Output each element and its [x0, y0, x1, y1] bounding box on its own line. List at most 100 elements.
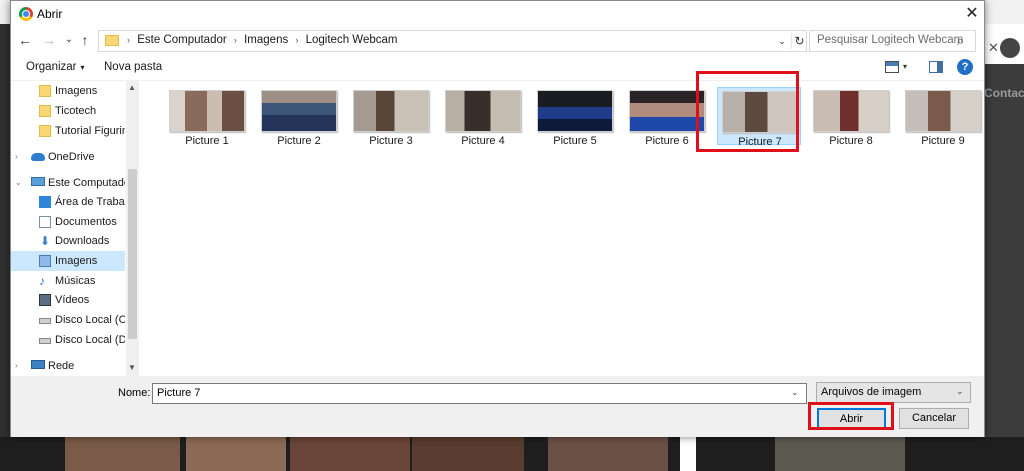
- sidebar-item-label: OneDrive: [48, 151, 95, 163]
- file-type-value: Arquivos de imagem: [821, 386, 922, 398]
- change-view-icon[interactable]: [885, 61, 899, 73]
- drive-icon: [39, 318, 51, 324]
- folder-icon: [39, 125, 51, 137]
- sidebar-item-label: Rede: [48, 360, 75, 372]
- new-folder-button[interactable]: Nova pasta: [104, 61, 162, 73]
- breadcrumb-imagens[interactable]: Imagens: [244, 34, 288, 46]
- search-icon[interactable]: ⌕: [957, 33, 964, 49]
- image-thumbnail: [629, 90, 705, 132]
- preview-pane-icon[interactable]: [929, 61, 943, 73]
- sidebar-item-rede[interactable]: › Rede: [11, 356, 125, 376]
- organize-menu-button[interactable]: Organizar ▾: [26, 61, 85, 73]
- navigation-bar: ← → ⌄ ↑ › Este Computador › Imagens › Lo…: [11, 27, 984, 55]
- sidebar-item-label: Documentos: [55, 216, 117, 228]
- background-photo: [680, 437, 696, 471]
- expand-chevron-icon[interactable]: ›: [15, 147, 18, 167]
- documents-icon: [39, 216, 51, 228]
- sidebar-scrollbar[interactable]: ▲ ▼: [126, 81, 139, 376]
- file-name: Picture 4: [461, 135, 505, 147]
- breadcrumb-logitech-webcam[interactable]: Logitech Webcam: [306, 34, 398, 46]
- background-photo: [548, 437, 668, 471]
- breadcrumb-separator: ›: [127, 35, 130, 45]
- scrollbar-thumb[interactable]: [128, 169, 137, 339]
- sidebar-item-label: Downloads: [55, 235, 110, 247]
- file-name: Picture 9: [921, 135, 965, 147]
- sidebar-item-tutorial-figurinhas[interactable]: Tutorial Figurinhas: [11, 121, 125, 141]
- sidebar-item-imagens-folder[interactable]: Imagens: [11, 81, 125, 101]
- sidebar-item-label: Este Computador: [48, 177, 125, 189]
- sidebar-item-este-computador[interactable]: ⌄ Este Computador: [11, 173, 125, 193]
- network-icon: [31, 360, 45, 369]
- image-thumbnail: [905, 90, 981, 132]
- folder-icon: [105, 35, 119, 46]
- close-button[interactable]: ✕: [961, 3, 983, 25]
- file-name: Picture 1: [185, 135, 229, 147]
- sidebar-item-label: Disco Local (D:): [55, 334, 125, 346]
- file-item[interactable]: Picture 5: [533, 87, 617, 147]
- file-item[interactable]: Picture 2: [257, 87, 341, 147]
- forward-arrow-icon[interactable]: →: [41, 31, 57, 49]
- file-item[interactable]: Picture 8: [809, 87, 893, 147]
- background-photo: [412, 437, 524, 471]
- background-panel: [985, 64, 1024, 444]
- sidebar-item-documentos[interactable]: Documentos: [11, 212, 125, 232]
- command-bar: Organizar ▾ Nova pasta ▾ ?: [11, 55, 984, 81]
- expand-chevron-icon[interactable]: ⌄: [15, 173, 22, 193]
- organize-label: Organizar: [26, 61, 77, 73]
- image-thumbnail: [537, 90, 613, 132]
- sidebar-item-disco-c[interactable]: Disco Local (C:): [11, 310, 125, 330]
- file-name-input[interactable]: Picture 7 ⌄: [152, 383, 807, 404]
- file-name: Picture 8: [829, 135, 873, 147]
- sidebar-item-ticotech[interactable]: Ticotech: [11, 101, 125, 121]
- open-file-dialog: Abrir ✕ ← → ⌄ ↑ › Este Computador › Imag…: [10, 0, 985, 437]
- address-bar[interactable]: › Este Computador › Imagens › Logitech W…: [98, 30, 807, 52]
- file-item[interactable]: Picture 9: [901, 87, 985, 147]
- file-item[interactable]: Picture 1: [165, 87, 249, 147]
- file-type-select[interactable]: Arquivos de imagem ⌄: [816, 382, 971, 403]
- folder-icon: [39, 105, 51, 117]
- scroll-down-icon[interactable]: ▼: [128, 363, 136, 372]
- sidebar-item-area-de-trabalho[interactable]: Área de Trabalho: [11, 192, 125, 212]
- navigation-pane: Imagens Ticotech Tutorial Figurinhas › O…: [11, 81, 139, 376]
- scroll-up-icon[interactable]: ▲: [128, 83, 136, 92]
- sidebar-item-label: Tutorial Figurinhas: [55, 125, 125, 137]
- file-item[interactable]: Picture 3: [349, 87, 433, 147]
- breadcrumb: › Este Computador › Imagens › Logitech W…: [127, 34, 401, 46]
- folder-icon: [39, 85, 51, 97]
- image-thumbnail: [261, 90, 337, 132]
- view-options-caret-icon[interactable]: ▾: [903, 62, 907, 71]
- sidebar-item-label: Imagens: [55, 85, 98, 97]
- address-dropdown-chevron-icon[interactable]: ⌄: [775, 33, 789, 49]
- file-type-chevron-icon: ⌄: [956, 386, 964, 396]
- file-name-history-chevron-icon[interactable]: ⌄: [791, 387, 799, 398]
- sidebar-item-videos[interactable]: Vídeos: [11, 290, 125, 310]
- back-arrow-icon[interactable]: ←: [17, 31, 33, 49]
- refresh-icon[interactable]: ↻: [791, 33, 807, 49]
- sidebar-item-imagens[interactable]: Imagens: [11, 251, 125, 271]
- desktop-icon: [39, 196, 51, 208]
- image-thumbnail: [169, 90, 245, 132]
- sidebar-item-disco-d[interactable]: Disco Local (D:): [11, 330, 125, 350]
- breadcrumb-este-computador[interactable]: Este Computador: [137, 34, 227, 46]
- sidebar-item-musicas[interactable]: ♪ Músicas: [11, 271, 125, 291]
- sidebar-item-label: Músicas: [55, 275, 96, 287]
- sidebar-item-onedrive[interactable]: › OneDrive: [11, 147, 125, 167]
- drive-icon: [39, 338, 51, 344]
- file-item[interactable]: Picture 4: [441, 87, 525, 147]
- expand-chevron-icon[interactable]: ›: [15, 356, 18, 376]
- help-icon[interactable]: ?: [957, 59, 973, 75]
- computer-icon: [31, 177, 45, 186]
- music-icon: ♪: [39, 274, 45, 288]
- cancel-button[interactable]: Cancelar: [899, 408, 969, 429]
- sidebar-item-label: Vídeos: [55, 294, 90, 306]
- search-box[interactable]: Pesquisar Logitech Webcam ⌕: [809, 30, 976, 52]
- cloud-icon: [31, 153, 45, 161]
- videos-icon: [39, 294, 51, 306]
- sidebar-item-downloads[interactable]: ⬇ Downloads: [11, 231, 125, 251]
- sidebar-item-label: Ticotech: [55, 105, 97, 117]
- up-arrow-icon[interactable]: ↑: [77, 31, 93, 49]
- background-photo: [775, 437, 905, 471]
- title-bar: Abrir ✕: [11, 1, 984, 27]
- sidebar-item-label: Área de Trabalho: [55, 196, 125, 208]
- recent-locations-chevron-icon[interactable]: ⌄: [61, 31, 77, 49]
